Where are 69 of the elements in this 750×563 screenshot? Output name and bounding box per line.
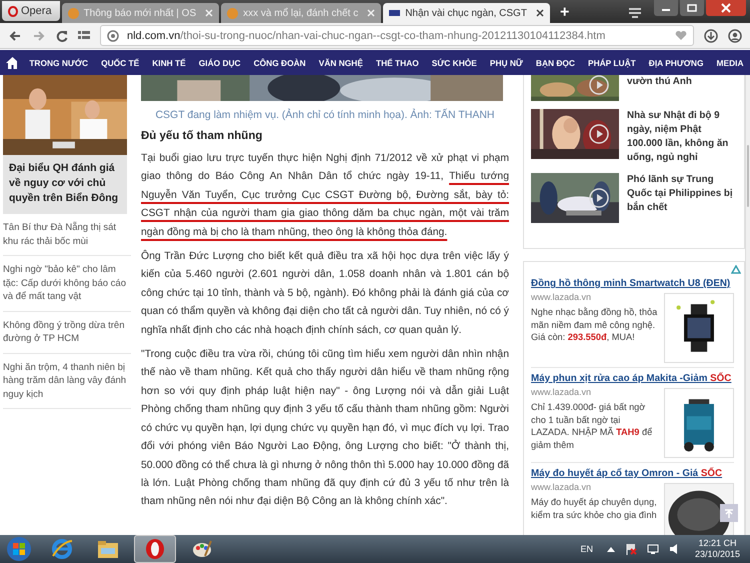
network-icon[interactable] [646, 543, 659, 555]
nav-link[interactable]: GIÁO DỤC [192, 58, 248, 68]
opera-menu-button[interactable]: Opera [2, 1, 60, 21]
grid-icon[interactable] [78, 30, 90, 42]
nav-link[interactable]: KINH TẾ [146, 58, 192, 68]
ad-url: www.lazada.vn [531, 292, 592, 302]
video-title[interactable]: Nhà sư Nhật đi bộ 9 ngày, niệm Phật 100.000 lần, không ăn uống, ngủ nghỉ [627, 109, 737, 165]
story-link[interactable]: Tân Bí thư Đà Nẵng thị sát khu rác thải bốc mùi [3, 214, 131, 256]
nav-link[interactable]: VĂN NGHỆ [312, 58, 370, 68]
start-button[interactable] [6, 536, 32, 562]
clock-time: 12:21 CH [698, 538, 736, 549]
ad-title-link[interactable]: Máy đo huyết áp cổ tay Omron - Giá SỐC [531, 468, 734, 479]
ad-title-link[interactable]: Máy phun xịt rửa cao áp Makita -Giảm SỐC [531, 373, 734, 384]
nav-link[interactable]: MEDIA [710, 58, 750, 68]
new-tab-button[interactable]: + [552, 3, 578, 23]
play-icon[interactable] [589, 188, 609, 208]
clock-date: 23/10/2015 [694, 549, 740, 560]
arrow-up-icon [724, 508, 734, 518]
story-link[interactable]: Nghi ngờ "bảo kê" cho lâm tặc: Cấp dưới không báo cáo và để mất tang vật [3, 256, 131, 312]
close-button[interactable] [706, 0, 746, 16]
close-tab-icon[interactable] [536, 9, 544, 17]
browser-tab[interactable]: Nhận vài chục ngàn, CSGT [383, 3, 550, 23]
nav-link[interactable]: PHÁP LUẬT [581, 58, 642, 68]
menu-icon[interactable] [628, 6, 642, 18]
play-icon[interactable] [589, 75, 609, 95]
nav-link[interactable]: PHỤ NỮ [483, 58, 530, 68]
nav-link[interactable]: BẠN ĐỌC [529, 58, 582, 68]
globe-icon[interactable] [107, 30, 119, 42]
scrollbar-thumb[interactable] [747, 145, 749, 207]
story-link[interactable]: Không đồng ý trồng dừa trên đường ở TP HCM [3, 312, 131, 354]
nav-link[interactable]: SỨC KHỎE [425, 58, 484, 68]
nav-link[interactable]: THỂ THAO [369, 58, 426, 68]
article-paragraph: Ông Trần Đức Lượng cho biết kết quả điều tra xã hội học dựa trên việc lấy ý kiến của 5.460 người (2.601 người dân, 1.058 doanh nhân và 1.801 cán bộ công chức tại 10 tỉnh, thành và 5 bộ, ngành). Đó không phải là đánh giá của cơ quan có thẩm quyền và không đại diện cho tất cả người dân. Tuy nhiên, nó có ý nghĩa nhất định cho các nhà hoạch định chính sách, cơ quan quản lý. [141, 248, 509, 338]
address-field[interactable]: nld.com.vn/thoi-su-trong-nuoc/nhan-vai-chuc-ngan--csgt-co-tham-nhung-20121130104112384.htm [100, 25, 694, 46]
profile-icon[interactable] [728, 28, 742, 42]
video-title[interactable]: vườn thú Anh [627, 75, 692, 101]
nav-link[interactable]: TRONG NƯỚC [22, 58, 95, 68]
section-heading: Đủ yếu tố tham nhũng [141, 130, 264, 142]
ad-url: www.lazada.vn [531, 387, 592, 397]
nav-link[interactable]: CÔNG ĐOÀN [247, 58, 312, 68]
ad-title-link[interactable]: Đồng hồ thông minh Smartwatch U8 (ĐEN) [531, 278, 734, 289]
home-icon[interactable] [6, 56, 17, 68]
ad-description: Máy đo huyết áp chuyên dụng, kiểm tra sức khỏe cho gia đình [531, 496, 658, 521]
flag-icon[interactable] [624, 543, 637, 555]
ad-choices-icon[interactable] [731, 265, 741, 274]
story-link[interactable]: Nghi ăn trộm, 4 thanh niên bị hàng trăm dân làng vây đánh nguy kịch [3, 354, 131, 409]
opera-taskbar-icon[interactable] [134, 535, 176, 563]
ad-description: Nghe nhạc bằng đồng hồ, thỏa mãn niềm đam mê công nghệ. Giá còn: 293.550đ, MUA! [531, 306, 658, 344]
play-icon[interactable] [589, 124, 609, 144]
ad-url: www.lazada.vn [531, 482, 592, 492]
minimize-button[interactable] [654, 0, 678, 16]
scrollbar[interactable] [745, 75, 750, 535]
reload-icon[interactable] [56, 30, 68, 42]
back-icon[interactable] [8, 30, 22, 42]
close-icon [721, 3, 731, 13]
caret-icon[interactable] [606, 546, 615, 552]
video-title[interactable]: Phó lãnh sự Trung Quốc tại Philippines bị bắn chết [627, 173, 737, 223]
opera-logo-icon [8, 6, 18, 16]
featured-story-title[interactable]: Đại biểu QH đánh giá về nguy cơ với chủ quyền trên Biển Đông [3, 155, 127, 214]
maximize-icon [687, 4, 697, 12]
ad-description: Chỉ 1.439.000đ- giá bất ngờ cho 1 tuần bất ngờ tại LAZADA. NHẬP MÃ TAH9 để giảm thêm [531, 401, 654, 451]
nav-link[interactable]: QUỐC TẾ [94, 58, 146, 68]
nav-link[interactable]: ĐỊA PHƯƠNG [642, 58, 710, 68]
download-icon[interactable] [704, 28, 718, 42]
maximize-button[interactable] [680, 0, 704, 16]
photo-caption: CSGT đang làm nhiệm vụ. (Ảnh chỉ có tính minh họa). Ảnh: TẤN THANH [154, 109, 496, 121]
language-indicator[interactable]: EN [580, 544, 593, 554]
article-paragraph: "Trong cuộc điều tra vừa rồi, chúng tôi cũng tìm hiểu xem người dân nhìn nhận thế nào về tham nhũng. Kết quả cho thấy người dân hiểu về tham nhũng rộng hơn so với quy định pháp luật hiện nay" - ông Lượng nói và dẫn giải Luật Phòng chống tham nhũng quy định 3 yếu tố cấu thành tham nhũng gồm: Người có chức vụ quyền hạn, lợi dụng chức vụ quyền hạn đó, vì mục đích vụ lợi. Trao đổi với phóng viên Báo Người Lao Động, ông Lượng cho biết: "Ở thành thị, 50.000 đồng có thể chưa là gì nhưng ở nông thôn thì 5.000 hay 10.000 đồng đã là lớn. Luật Phòng chống tham nhũng đã quy định cứ đủ 3 yếu tố như trên là tham nhũng nên nói như đại diện Bộ Công an là không chính xác". [141, 348, 509, 510]
article-paragraph: Tại buổi giao lưu trực tuyến thực hiện Nghị định 71/2012 về xử phạt vi phạm giao thông do Báo Công An Nhân Dân tổ chức ngày 19-11, Thiếu tướng Nguyễn Văn Tuyển, Cục trưởng Cục CSGT Đường bộ, Đường sắt, bày tỏ: CSGT nhận của người tham gia giao thông dăm ba chục ngàn, một vài trăm ngàn đồng mà bị cho là tham nhũng, theo ông là không thỏa đáng. [141, 152, 509, 240]
